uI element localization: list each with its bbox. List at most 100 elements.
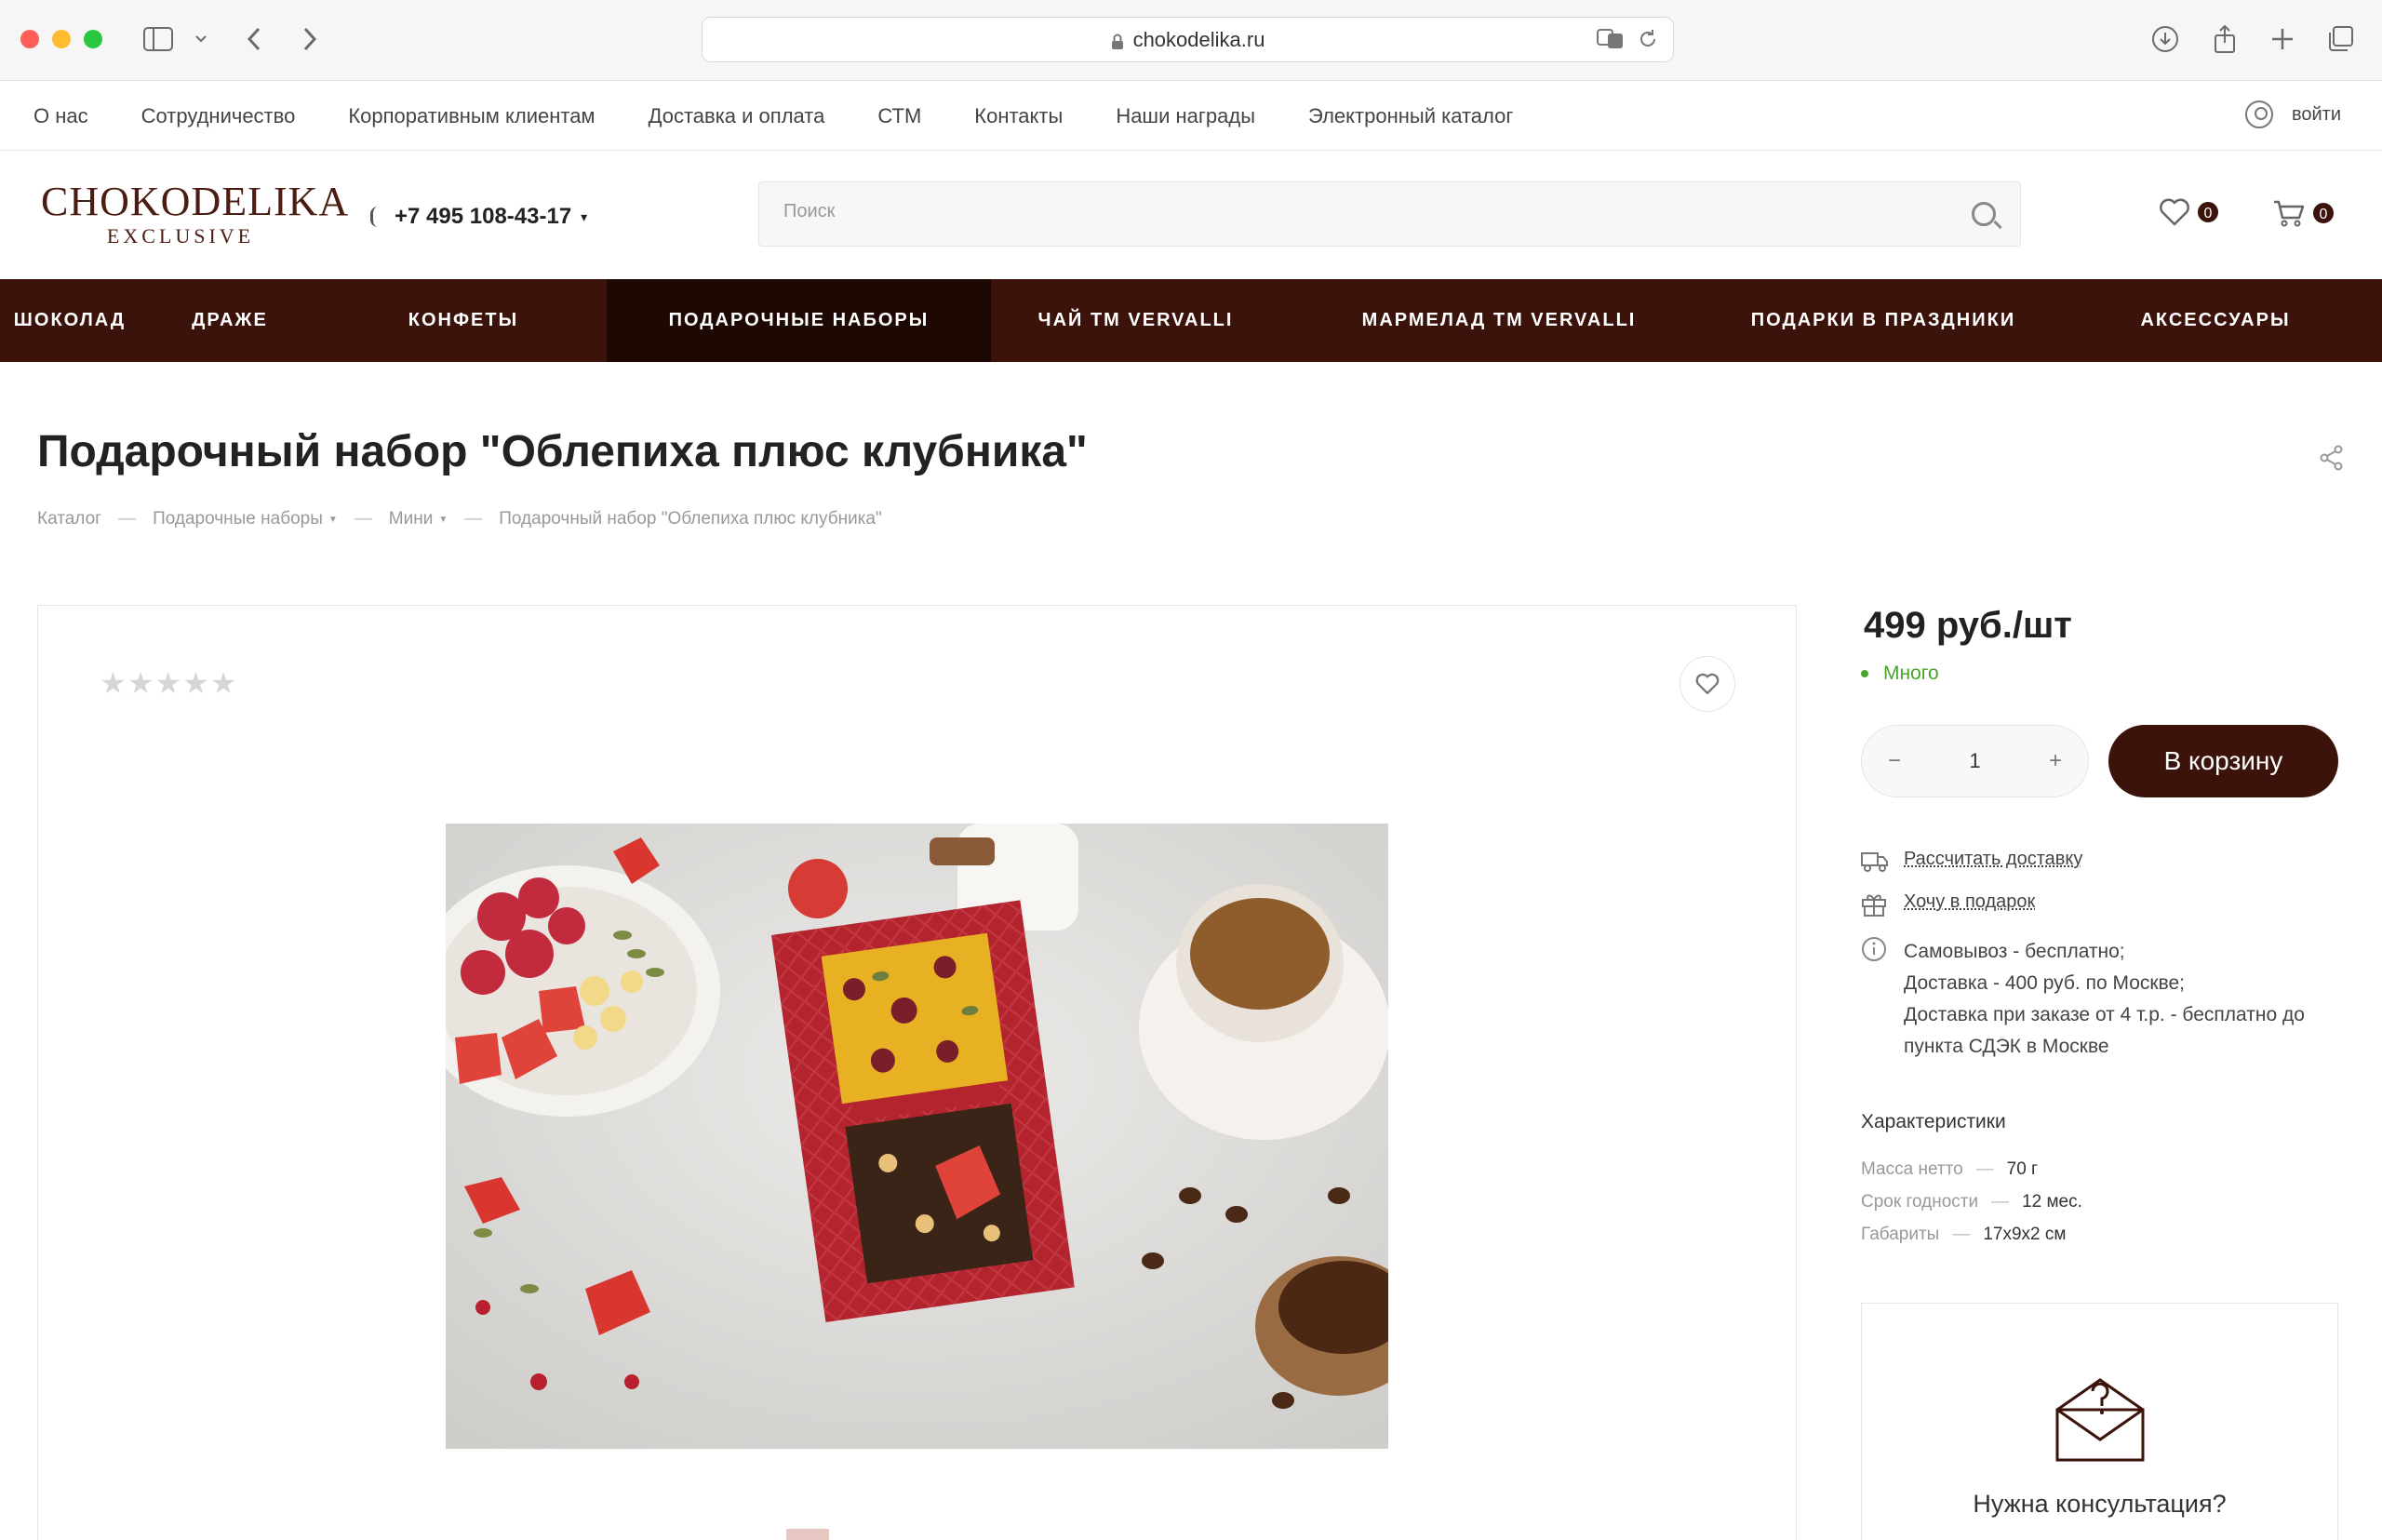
breadcrumb-separator: — <box>354 509 372 529</box>
breadcrumb-item-current: Подарочный набор "Облепиха плюс клубника… <box>499 509 882 529</box>
breadcrumb-item-mini[interactable]: Мини <box>389 509 434 529</box>
sidebar-toggle-icon[interactable] <box>140 19 177 60</box>
login-label: войти <box>2291 103 2341 125</box>
top-link-delivery[interactable]: Доставка и оплата <box>649 104 825 128</box>
delivery-info: Самовывоз - бесплатно; Доставка - 400 ру… <box>1861 936 2305 1063</box>
product-gallery-card: ★★★★★ <box>37 605 1797 1540</box>
category-gift-sets[interactable]: ПОДАРОЧНЫЕ НАБОРЫ <box>607 279 991 362</box>
calc-delivery-link[interactable]: Рассчитать доставку <box>1904 849 2082 870</box>
consultation-box[interactable]: Нужна консультация? <box>1861 1303 2338 1540</box>
url-text: chokodelika.ru <box>1132 27 1265 51</box>
top-link-corporate[interactable]: Корпоративным клиентам <box>348 104 595 128</box>
logo-sub-text: EXCLUSIVE <box>106 224 255 248</box>
heart-icon <box>1695 673 1720 695</box>
tabs-overview-icon[interactable] <box>2324 19 2356 60</box>
category-marmalade-vervalli[interactable]: МАРМЕЛАД ТМ VERVALLI <box>1280 279 1718 362</box>
heart-icon <box>2160 198 2189 226</box>
characteristics-title: Характеристики <box>1861 1111 2006 1132</box>
envelope-question-icon <box>2052 1371 2148 1468</box>
search-icon[interactable] <box>1972 202 1996 226</box>
stock-status: Много <box>1861 663 1939 685</box>
quantity-decrease-button[interactable]: − <box>1888 748 1901 774</box>
phone-icon <box>370 207 380 227</box>
category-dragee[interactable]: ДРАЖЕ <box>140 279 320 362</box>
cart-icon <box>2274 200 2305 227</box>
favorites-button[interactable]: 0 <box>2159 198 2220 226</box>
in-stock-dot-icon <box>1861 670 1868 677</box>
close-window-button[interactable] <box>20 30 39 48</box>
quantity-value[interactable]: 1 <box>1969 749 1980 773</box>
char-dash: — <box>1975 1159 1994 1179</box>
top-link-cooperation[interactable]: Сотрудничество <box>141 104 296 128</box>
maximize-window-button[interactable] <box>84 30 102 48</box>
product-photo[interactable] <box>446 824 1388 1449</box>
category-holiday-gifts[interactable]: ПОДАРКИ В ПРАЗДНИКИ <box>1718 279 2049 362</box>
info-icon <box>1861 936 1887 962</box>
delivery-line-pickup: Самовывоз - бесплатно; <box>1904 941 2125 962</box>
breadcrumb-item-catalog[interactable]: Каталог <box>37 509 101 529</box>
chevron-down-icon[interactable] <box>190 19 212 60</box>
caret-down-icon: ▾ <box>581 208 588 224</box>
delivery-line-free: Доставка при заказе от 4 т.р. - бесплатн… <box>1904 1004 2305 1025</box>
calc-delivery-row: Рассчитать доставку <box>1861 849 2082 875</box>
char-name: Срок годности <box>1861 1192 1979 1212</box>
top-link-catalog[interactable]: Электронный каталог <box>1308 104 1513 128</box>
char-value: 17х9х2 см <box>1983 1225 2067 1244</box>
favorites-count-badge: 0 <box>2196 200 2220 224</box>
caret-down-icon[interactable]: ▼ <box>328 515 338 525</box>
login-link[interactable]: войти <box>2244 100 2341 128</box>
rating-stars[interactable]: ★★★★★ <box>100 665 237 701</box>
top-links: О нас Сотрудничество Корпоративным клиен… <box>33 104 1566 128</box>
top-link-about[interactable]: О нас <box>33 104 88 128</box>
browser-toolbar: chokodelika.ru <box>0 0 2382 81</box>
gallery-thumbnail[interactable] <box>786 1529 829 1540</box>
top-link-stm[interactable]: СТМ <box>877 104 921 128</box>
cart-count-badge: 0 <box>2311 201 2335 225</box>
char-row-dimensions: Габариты — 17х9х2 см <box>1861 1225 2066 1245</box>
minimize-window-button[interactable] <box>52 30 71 48</box>
new-tab-icon[interactable] <box>2267 19 2298 60</box>
stock-label: Много <box>1883 663 1939 684</box>
want-gift-link[interactable]: Хочу в подарок <box>1904 891 2035 913</box>
category-candies[interactable]: КОНФЕТЫ <box>320 279 607 362</box>
char-value: 12 мес. <box>2022 1192 2082 1212</box>
logo-main-text: CHOKODELIKA <box>41 179 350 224</box>
top-link-contacts[interactable]: Контакты <box>974 104 1063 128</box>
reload-icon[interactable] <box>1638 29 1658 55</box>
breadcrumb-item-gift-sets[interactable]: Подарочные наборы <box>153 509 323 529</box>
page-title: Подарочный набор "Облепиха плюс клубника… <box>37 427 1088 476</box>
address-bar[interactable]: chokodelika.ru <box>702 17 1674 62</box>
category-chocolate[interactable]: ШОКОЛАД <box>0 279 140 362</box>
category-accessories[interactable]: АКСЕССУАРЫ <box>2049 279 2382 362</box>
phone-dropdown[interactable]: +7 495 108-43-17 ▾ <box>370 204 587 230</box>
delivery-text: Самовывоз - бесплатно; Доставка - 400 ру… <box>1904 936 2305 1063</box>
add-to-favorites-button[interactable] <box>1679 656 1735 712</box>
consultation-text: Нужна консультация? <box>1973 1490 2227 1518</box>
breadcrumb: Каталог — Подарочные наборы ▼ — Мини ▼ — П… <box>37 509 882 529</box>
search-input[interactable] <box>783 201 1900 222</box>
downloads-icon[interactable] <box>2149 19 2181 60</box>
caret-down-icon[interactable]: ▼ <box>438 515 448 525</box>
phone-number: +7 495 108-43-17 <box>395 204 572 229</box>
logo[interactable]: CHOKODELIKA EXCLUSIVE <box>41 179 350 248</box>
breadcrumb-separator: — <box>118 509 137 529</box>
char-value: 70 г <box>2006 1159 2038 1179</box>
delivery-line-sdek: пункта СДЭК в Москве <box>1904 1036 2109 1057</box>
want-gift-row: Хочу в подарок <box>1861 891 2035 917</box>
share-icon[interactable] <box>2319 445 2345 471</box>
add-to-cart-button[interactable]: В корзину <box>2108 725 2338 797</box>
site-header: CHOKODELIKA EXCLUSIVE +7 495 108-43-17 ▾… <box>0 152 2382 279</box>
truck-icon <box>1861 849 1888 875</box>
category-tea-vervalli[interactable]: ЧАЙ ТМ VERVALLI <box>991 279 1280 362</box>
back-icon[interactable] <box>240 19 268 60</box>
char-name: Габариты <box>1861 1225 1940 1244</box>
forward-icon[interactable] <box>296 19 324 60</box>
top-link-awards[interactable]: Наши награды <box>1116 104 1255 128</box>
cart-button[interactable]: 0 <box>2272 198 2335 228</box>
share-icon[interactable] <box>2209 19 2241 60</box>
search-box <box>758 181 2021 247</box>
quantity-increase-button[interactable]: + <box>2049 748 2062 774</box>
translate-icon[interactable] <box>1597 29 1625 55</box>
price: 499 руб./шт <box>1864 605 2072 646</box>
category-nav: ШОКОЛАД ДРАЖЕ КОНФЕТЫ ПОДАРОЧНЫЕ НАБОРЫ … <box>0 279 2382 362</box>
